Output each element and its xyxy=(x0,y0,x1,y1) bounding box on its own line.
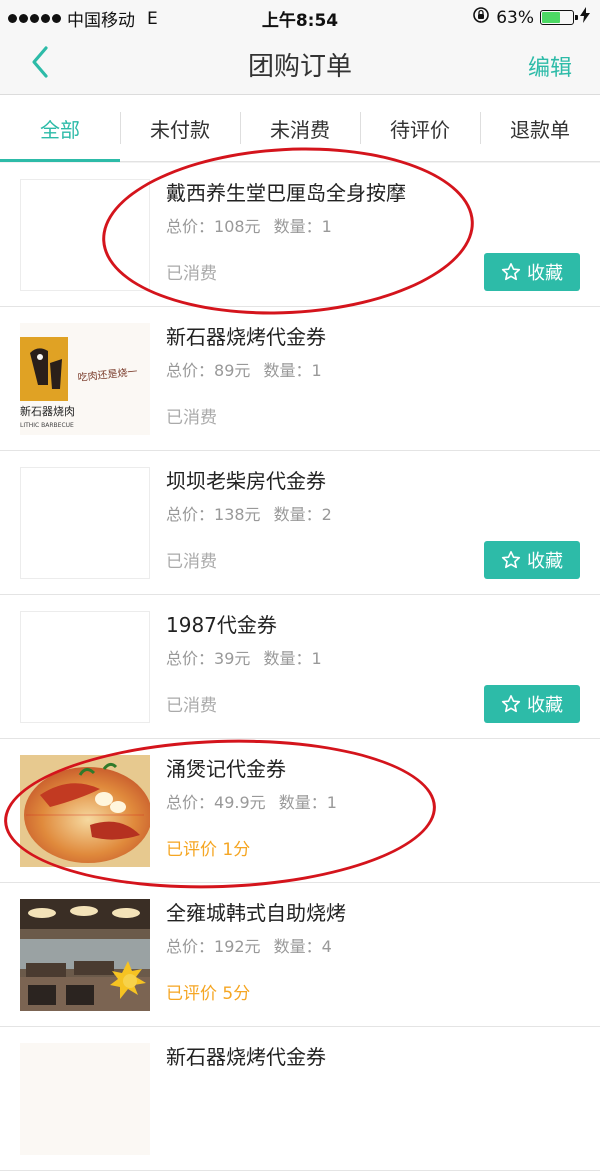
rotation-lock-icon xyxy=(472,6,490,29)
qty-label: 数量： xyxy=(273,505,322,524)
price-label: 总价： xyxy=(166,649,215,668)
order-thumbnail xyxy=(20,467,150,579)
order-status: 已消费 xyxy=(166,552,217,572)
navigation-bar: 团购订单 编辑 xyxy=(0,32,600,95)
order-price-qty: 总价：49.9元 数量：1 xyxy=(166,789,337,813)
order-item[interactable]: 戴西养生堂巴厘岛全身按摩 总价：108元 数量：1 已消费 收藏 xyxy=(0,163,600,307)
favorite-label: 收藏 xyxy=(527,263,563,284)
favorite-button[interactable]: 收藏 xyxy=(484,541,580,579)
order-thumbnail xyxy=(20,899,150,1011)
restaurant-interior-image xyxy=(20,899,150,1011)
qty-value: 4 xyxy=(321,937,332,956)
battery-icon xyxy=(540,10,578,25)
logo-name: 新石器烧肉 xyxy=(20,404,75,418)
price-value: 138元 xyxy=(214,505,261,524)
restaurant-logo-image: 吃肉还是烧一 新石器烧肉 LITHIC BARBECUE xyxy=(20,323,150,435)
order-price-qty: 总价：192元 数量：4 xyxy=(166,933,332,957)
qty-value: 1 xyxy=(311,649,322,668)
price-label: 总价： xyxy=(166,793,215,812)
edit-button[interactable]: 编辑 xyxy=(528,50,572,82)
price-value: 39元 xyxy=(214,649,251,668)
price-label: 总价： xyxy=(166,217,215,236)
order-title: 新石器烧烤代金券 xyxy=(166,1045,326,1069)
order-thumbnail xyxy=(20,179,150,291)
qty-value: 1 xyxy=(326,793,337,812)
order-thumbnail xyxy=(20,755,150,867)
order-title: 全雍城韩式自助烧烤 xyxy=(166,901,346,925)
order-item[interactable]: 全雍城韩式自助烧烤 总价：192元 数量：4 已评价 5分 xyxy=(0,883,600,1027)
logo-subtext: LITHIC BARBECUE xyxy=(20,422,74,429)
price-value: 108元 xyxy=(214,217,261,236)
tab-unpaid[interactable]: 未付款 xyxy=(120,95,240,161)
order-item[interactable]: 新石器烧烤代金券 xyxy=(0,1027,600,1171)
price-value: 192元 xyxy=(214,937,261,956)
page-title: 团购订单 xyxy=(247,52,352,82)
star-outline-icon xyxy=(501,551,521,569)
qty-label: 数量： xyxy=(273,217,322,236)
order-status: 已评价 5分 xyxy=(166,984,251,1004)
order-title: 戴西养生堂巴厘岛全身按摩 xyxy=(166,181,406,205)
star-outline-icon xyxy=(501,263,521,281)
price-value: 89元 xyxy=(214,361,251,380)
favorite-button[interactable]: 收藏 xyxy=(484,253,580,291)
price-label: 总价： xyxy=(166,937,215,956)
order-item[interactable]: 坝坝老柴房代金券 总价：138元 数量：2 已消费 收藏 xyxy=(0,451,600,595)
order-item[interactable]: 吃肉还是烧一 新石器烧肉 LITHIC BARBECUE 新石器烧烤代金券 总价… xyxy=(0,307,600,451)
order-status: 已消费 xyxy=(166,408,217,428)
order-item[interactable]: 涌煲记代金券 总价：49.9元 数量：1 已评价 1分 xyxy=(0,739,600,883)
order-price-qty: 总价：89元 数量：1 xyxy=(166,357,322,381)
favorite-label: 收藏 xyxy=(527,551,563,572)
tab-unused[interactable]: 未消费 xyxy=(240,95,360,161)
order-list: 戴西养生堂巴厘岛全身按摩 总价：108元 数量：1 已消费 收藏 吃肉还是烧一 … xyxy=(0,163,600,1171)
qty-label: 数量： xyxy=(263,361,312,380)
tab-to-review[interactable]: 待评价 xyxy=(360,95,480,161)
order-filter-tabs: 全部 未付款 未消费 待评价 退款单 xyxy=(0,95,600,162)
star-outline-icon xyxy=(501,695,521,713)
qty-label: 数量： xyxy=(278,793,327,812)
order-thumbnail xyxy=(20,1043,150,1155)
order-status: 已评价 1分 xyxy=(166,840,251,860)
price-label: 总价： xyxy=(166,505,215,524)
qty-label: 数量： xyxy=(263,649,312,668)
favorite-button[interactable]: 收藏 xyxy=(484,685,580,723)
order-status: 已消费 xyxy=(166,696,217,716)
order-title: 1987代金券 xyxy=(166,613,277,637)
qty-value: 1 xyxy=(311,361,322,380)
order-title: 新石器烧烤代金券 xyxy=(166,325,326,349)
status-bar: 中国移动 E 上午8:54 63% xyxy=(0,0,600,32)
price-value: 49.9元 xyxy=(214,793,266,812)
seafood-dish-image xyxy=(20,755,150,867)
order-price-qty: 总价：138元 数量：2 xyxy=(166,501,332,525)
status-right: 63% xyxy=(472,6,590,29)
order-thumbnail xyxy=(20,611,150,723)
favorite-label: 收藏 xyxy=(527,695,563,716)
order-status: 已消费 xyxy=(166,264,217,284)
order-title: 坝坝老柴房代金券 xyxy=(166,469,326,493)
tab-all[interactable]: 全部 xyxy=(0,95,120,162)
order-item[interactable]: 1987代金券 总价：39元 数量：1 已消费 收藏 xyxy=(0,595,600,739)
qty-label: 数量： xyxy=(273,937,322,956)
battery-percent: 63% xyxy=(496,7,534,28)
tab-refunds[interactable]: 退款单 xyxy=(480,95,600,161)
order-title: 涌煲记代金券 xyxy=(166,757,286,781)
order-price-qty: 总价：39元 数量：1 xyxy=(166,645,322,669)
order-price-qty: 总价：108元 数量：1 xyxy=(166,213,332,237)
price-label: 总价： xyxy=(166,361,215,380)
qty-value: 2 xyxy=(321,505,332,524)
charging-icon xyxy=(580,7,590,28)
qty-value: 1 xyxy=(321,217,332,236)
order-thumbnail: 吃肉还是烧一 新石器烧肉 LITHIC BARBECUE xyxy=(20,323,150,435)
